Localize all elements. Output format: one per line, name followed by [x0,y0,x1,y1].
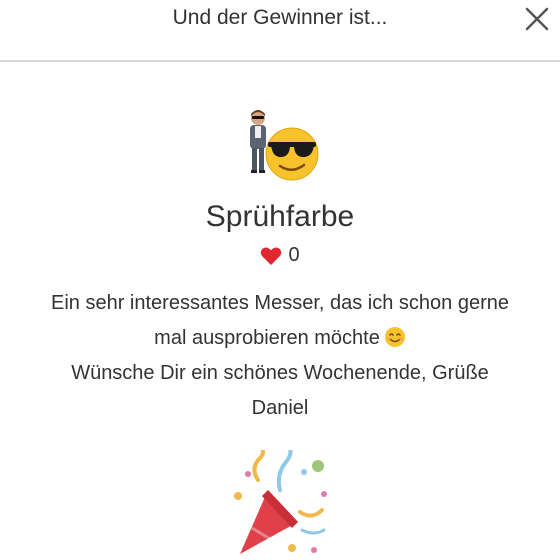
winner-name: Sprühfarbe [205,200,355,233]
winner-content: Sprühfarbe 0 Ein sehr interessantes Mess… [0,62,560,560]
dialog-title: Und der Gewinner ist... [172,6,388,29]
heart-icon [261,246,282,265]
message-line: Wünsche Dir ein schönes Wochenende, Grüß… [71,362,489,384]
winner-message: Ein sehr interessantes Messer, das ich s… [0,286,560,426]
party-popper-icon [228,442,332,560]
cool-avatar-icon [244,108,320,184]
dialog-header: Und der Gewinner ist... [0,0,560,62]
likes-row[interactable]: 0 [0,244,560,267]
smiling-face-icon [384,327,405,347]
message-line-with-emoji: mal ausprobieren möchte [0,321,560,356]
message-line: Daniel [251,397,309,419]
message-line: mal ausprobieren möchte [154,327,380,349]
likes-count: 0 [288,244,300,266]
close-icon [525,7,549,31]
close-button[interactable] [522,4,552,34]
message-line: Ein sehr interessantes Messer, das ich s… [50,292,510,314]
